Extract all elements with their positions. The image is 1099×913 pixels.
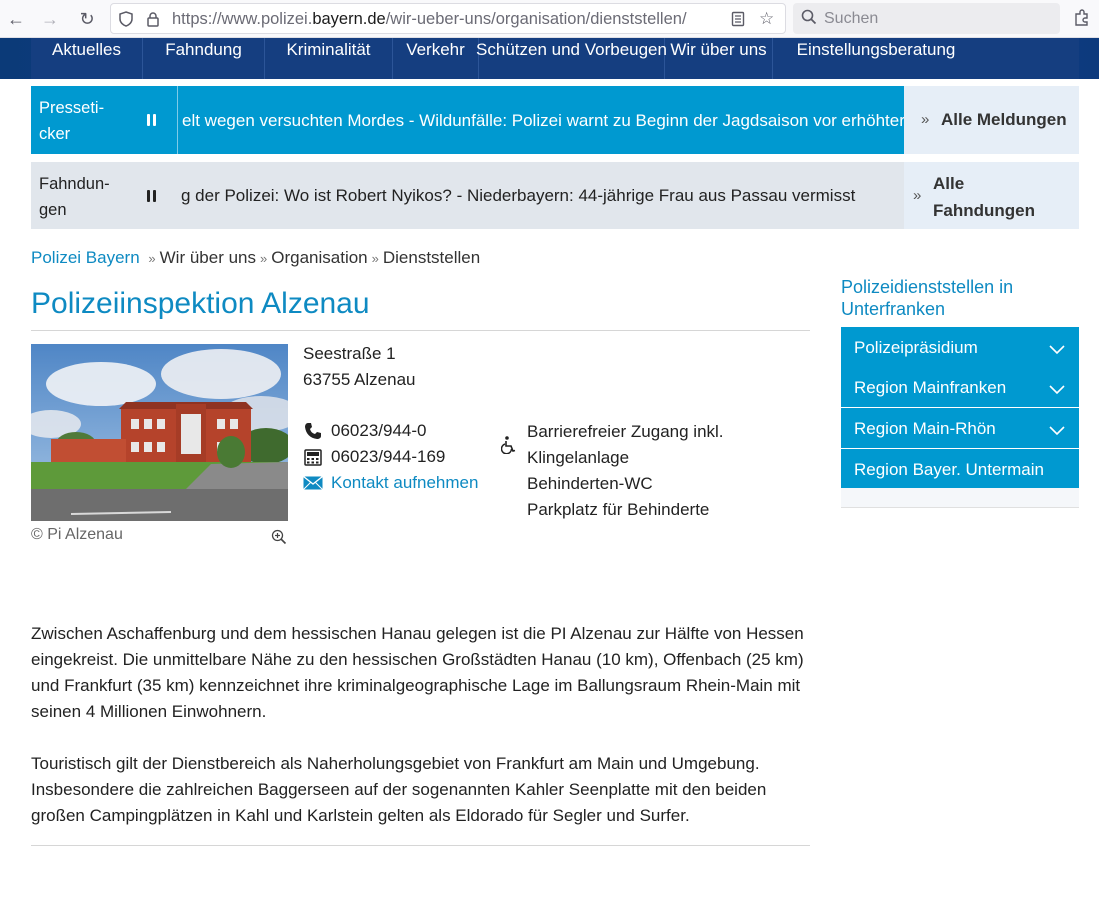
wanted-ticker: Fahndun-gen g der Polizei: Wo ist Robert… <box>31 162 1079 229</box>
wanted-ticker-track[interactable]: g der Polizei: Wo ist Robert Nyikos? - N… <box>177 162 904 229</box>
photo-credit: © Pi Alzenau <box>31 526 123 543</box>
breadcrumb-separator-icon: » <box>260 251 268 266</box>
reader-view-icon[interactable] <box>731 11 745 30</box>
pause-icon[interactable] <box>147 114 157 126</box>
sidebar-item-label: Region Mainfranken <box>854 378 1007 397</box>
nav-item-einstellungsberatung[interactable]: Einstellungsberatung <box>773 38 979 79</box>
press-ticker-label: Presseti-cker <box>31 86 177 154</box>
nav-item-verkehr[interactable]: Verkehr <box>393 38 479 79</box>
all-wanted-link[interactable]: » Alle Fahndungen <box>904 162 1079 229</box>
wanted-ticker-label-text: Fahndun-gen <box>39 175 110 219</box>
press-ticker-label-text: Presseti-cker <box>39 99 105 143</box>
nav-item-kriminalität[interactable]: Kriminalität <box>265 38 393 79</box>
press-ticker-text[interactable]: elt wegen versuchten Mordes - Wildunfäll… <box>182 111 904 131</box>
press-ticker-track[interactable]: elt wegen versuchten Mordes - Wildunfäll… <box>177 86 904 154</box>
sidebar-item-label: Region Bayer. Untermain <box>854 460 1044 479</box>
phone-icon <box>303 422 323 440</box>
contact-row: Kontakt aufnehmen <box>303 473 478 493</box>
wanted-ticker-text[interactable]: g der Polizei: Wo ist Robert Nyikos? - N… <box>181 186 855 206</box>
sidebar-item-label: Region Main-Rhön <box>854 419 996 438</box>
accessibility-item: Behinderten-WC <box>527 474 653 493</box>
forward-icon[interactable]: → <box>38 7 62 31</box>
double-chevron-right-icon: » <box>921 111 930 128</box>
sidebar-footer <box>841 488 1079 508</box>
fax-icon <box>303 448 323 466</box>
extensions-icon[interactable] <box>1074 9 1090 32</box>
zoom-in-icon[interactable] <box>271 529 287 545</box>
address-street: Seestraße 1 <box>303 344 396 363</box>
wheelchair-icon <box>500 436 517 455</box>
all-press-releases-label[interactable]: Alle Meldungen <box>941 110 1067 130</box>
search-icon <box>801 8 817 30</box>
url-bar[interactable]: https://www.polizei.bayern.de/wir-ueber-… <box>110 3 786 34</box>
breadcrumb-separator-icon: » <box>148 251 156 266</box>
double-chevron-right-icon: » <box>913 187 922 204</box>
breadcrumb-home-link[interactable]: Polizei Bayern <box>31 248 140 267</box>
address-block: Seestraße 1 63755 Alzenau <box>303 341 416 393</box>
nav-item-fahndung[interactable]: Fahndung <box>143 38 265 79</box>
pause-icon[interactable] <box>147 190 157 202</box>
browser-toolbar: ← → ↻ https://www.polizei.bayern.de/wir-… <box>0 0 1099 38</box>
fax-row: 06023/944-169 <box>303 447 445 467</box>
nav-item-aktuelles[interactable]: Aktuelles <box>31 38 143 79</box>
accessibility-item: Parkplatz für Behinderte <box>527 500 710 519</box>
main-navigation: Aktuelles Fahndung Kriminalität Verkehr Schü… <box>31 38 1079 79</box>
chevron-down-icon[interactable] <box>1049 380 1065 395</box>
sidebar-item-region-bayer-untermain[interactable]: Region Bayer. Untermain <box>841 449 1079 489</box>
breadcrumb-separator-icon: » <box>371 251 379 266</box>
lock-icon[interactable] <box>146 11 160 30</box>
accessibility-item: Klingelanlage <box>527 448 630 467</box>
browser-search-input[interactable]: Suchen <box>793 3 1060 34</box>
title-divider <box>31 330 810 331</box>
nav-item-wir-über-uns[interactable]: Wir über uns <box>665 38 773 79</box>
all-press-releases-link[interactable]: » Alle Meldungen <box>904 86 1079 154</box>
contact-link[interactable]: Kontakt aufnehmen <box>331 473 478 493</box>
station-photo[interactable] <box>31 344 288 521</box>
search-placeholder: Suchen <box>824 10 879 27</box>
nav-item-schützen-und-vorbeugen[interactable]: Schützen und Vorbeugen <box>476 38 667 79</box>
breadcrumb: Polizei Bayern » Wir über uns» Organisatio… <box>31 248 480 268</box>
wanted-ticker-label: Fahndun-gen <box>31 162 177 229</box>
description-paragraph-1: Zwischen Aschaffenburg und dem hessische… <box>31 624 804 721</box>
phone-number[interactable]: 06023/944-0 <box>331 421 426 441</box>
sidebar-title: Polizeidienststellen in Unterfranken <box>841 277 1014 319</box>
breadcrumb-item[interactable]: Wir über uns <box>160 248 256 267</box>
accessibility-list: Barrierefreier Zugang inkl. Klingelanlage… <box>527 419 724 523</box>
page-title: Polizeiinspektion Alzenau <box>31 287 370 320</box>
fax-number: 06023/944-169 <box>331 447 446 466</box>
all-wanted-label[interactable]: Alle Fahndungen <box>933 170 1035 224</box>
address-city: 63755 Alzenau <box>303 370 416 389</box>
url-text[interactable]: https://www.polizei.bayern.de/wir-ueber-… <box>172 10 727 29</box>
bookmark-star-icon[interactable]: ☆ <box>759 9 774 29</box>
accessibility-item: Barrierefreier Zugang inkl. <box>527 422 724 441</box>
description-paragraph-2: Touristisch gilt der Dienstbereich als N… <box>31 754 767 825</box>
shield-icon[interactable] <box>118 11 134 30</box>
breadcrumb-item[interactable]: Organisation <box>271 248 367 267</box>
reload-icon[interactable]: ↻ <box>75 7 99 31</box>
chevron-down-icon[interactable] <box>1049 421 1065 436</box>
chevron-down-icon[interactable] <box>1049 340 1065 355</box>
envelope-icon <box>303 474 323 492</box>
press-ticker: Presseti-cker elt wegen versuchten Morde… <box>31 86 1079 154</box>
breadcrumb-item: Dienststellen <box>382 248 481 267</box>
sidebar-item-region-mainfranken[interactable]: Region Mainfranken <box>841 367 1079 407</box>
content-divider <box>31 845 810 846</box>
sidebar-item-polizeipräsidium[interactable]: Polizeipräsidium <box>841 327 1079 367</box>
phone-row: 06023/944-0 <box>303 421 426 441</box>
sidebar-item-region-main-rhön[interactable]: Region Main-Rhön <box>841 408 1079 448</box>
sidebar-item-label: Polizeipräsidium <box>854 338 978 357</box>
back-icon[interactable]: ← <box>4 7 28 31</box>
